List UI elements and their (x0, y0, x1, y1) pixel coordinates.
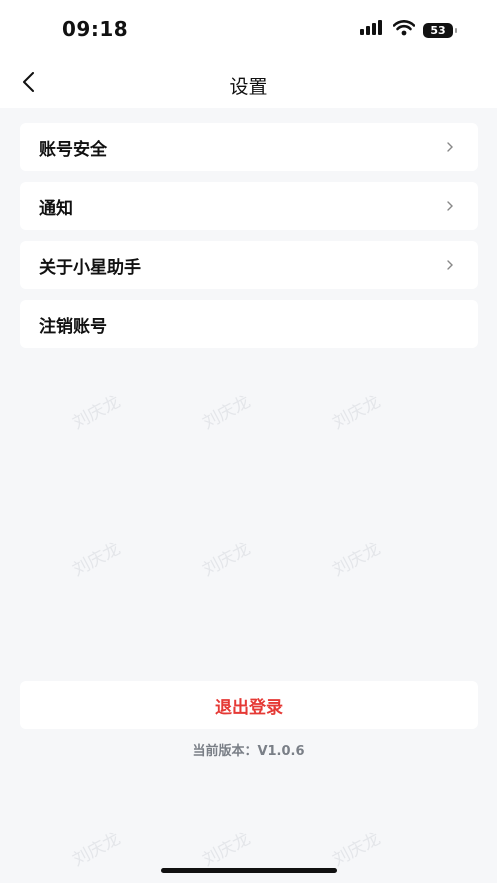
menu-item-label: 账号安全 (39, 139, 107, 160)
watermark: 刘庆龙 (69, 828, 124, 871)
watermark: 刘庆龙 (329, 828, 384, 871)
logout-button[interactable]: 退出登录 (20, 681, 478, 729)
nav-bar: 设置 (0, 60, 497, 108)
battery-icon: 53 (423, 22, 457, 38)
wifi-icon (392, 20, 416, 40)
version-text: 当前版本：V1.0.6 (192, 744, 305, 759)
menu-item-notifications[interactable]: 通知 (20, 182, 478, 230)
watermark: 刘庆龙 (69, 391, 124, 434)
settings-menu: 账号安全 通知 关于小星助手 注销账号 (20, 123, 478, 359)
page-title: 设置 (229, 76, 268, 98)
status-time: 09:18 (62, 17, 129, 41)
settings-screen: 刘庆龙 刘庆龙 刘庆龙 刘庆龙 刘庆龙 刘庆龙 刘庆龙 刘庆龙 刘庆龙 刘庆龙 … (0, 0, 497, 883)
menu-item-delete-account[interactable]: 注销账号 (20, 300, 478, 348)
menu-item-label: 关于小星助手 (39, 257, 141, 278)
menu-item-label: 注销账号 (39, 316, 107, 337)
cellular-signal-icon (359, 20, 385, 40)
status-bar: 09:18 53 (0, 0, 497, 60)
chevron-right-icon (446, 258, 456, 272)
chevron-right-icon (446, 199, 456, 213)
watermark: 刘庆龙 (69, 538, 124, 581)
watermark: 刘庆龙 (199, 828, 254, 871)
home-indicator[interactable] (161, 868, 337, 873)
watermark: 刘庆龙 (199, 538, 254, 581)
menu-item-label: 通知 (39, 198, 73, 219)
chevron-right-icon (446, 140, 456, 154)
status-icons: 53 (359, 20, 457, 40)
watermark: 刘庆龙 (329, 391, 384, 434)
watermark: 刘庆龙 (329, 538, 384, 581)
menu-item-about[interactable]: 关于小星助手 (20, 241, 478, 289)
watermark: 刘庆龙 (199, 391, 254, 434)
menu-item-account-security[interactable]: 账号安全 (20, 123, 478, 171)
